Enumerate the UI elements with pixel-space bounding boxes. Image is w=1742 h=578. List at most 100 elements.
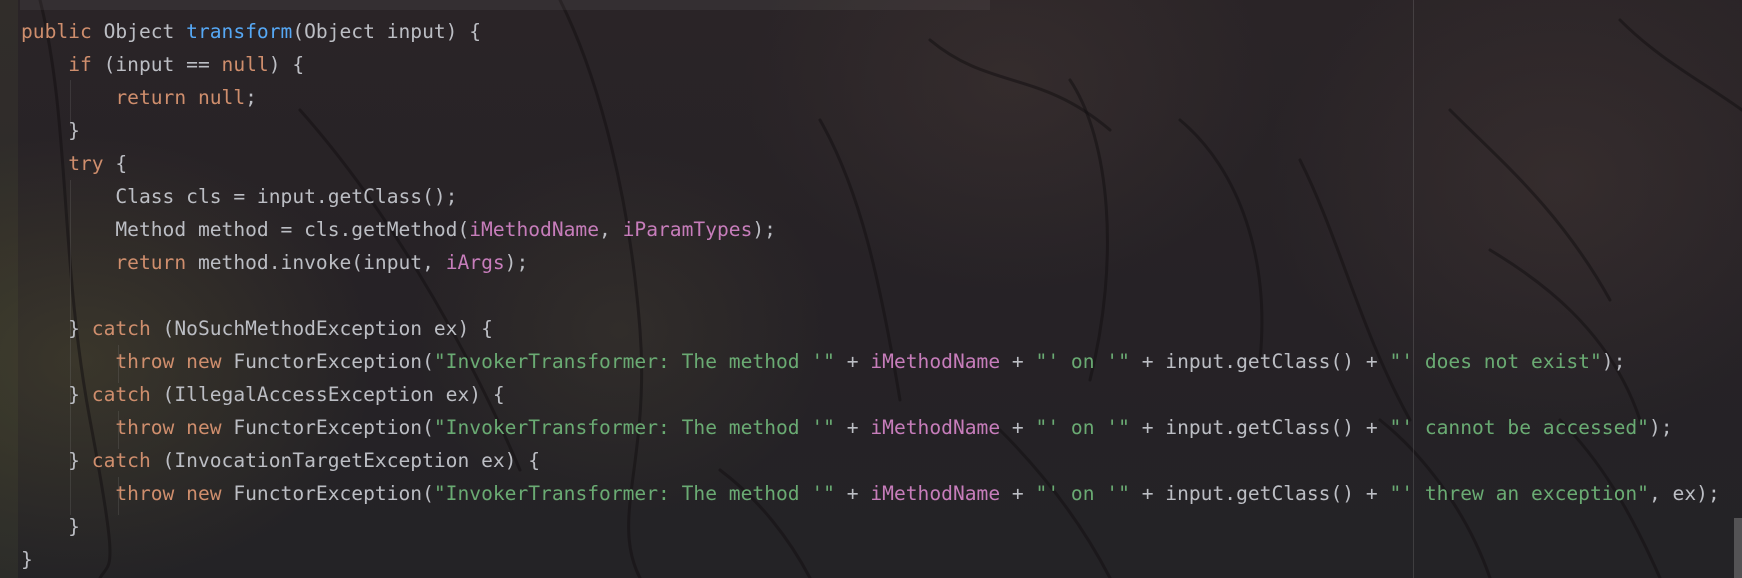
code-token: "' cannot be accessed" (1389, 416, 1649, 439)
code-token: ; (245, 86, 257, 109)
code-line[interactable]: } catch (InvocationTargetException ex) { (21, 444, 1720, 477)
code-token: + (1000, 416, 1036, 439)
code-token: (Object input) { (292, 20, 482, 43)
code-token: + (834, 416, 871, 439)
code-token: "InvokerTransformer: The method '" (433, 416, 835, 439)
code-line[interactable]: throw new FunctorException("InvokerTrans… (21, 411, 1720, 444)
code-editor[interactable]: public Object transform(Object input) { … (0, 0, 1742, 578)
code-token: throw (115, 416, 175, 439)
code-token: , (599, 218, 623, 241)
code-token: FunctorException( (221, 416, 434, 439)
gutter-highlight (0, 0, 18, 578)
code-token: new (186, 350, 222, 373)
code-token: FunctorException( (221, 482, 434, 505)
scrollbar-thumb[interactable] (1734, 518, 1742, 578)
code-line[interactable]: return method.invoke(input, iArgs); (21, 246, 1720, 279)
code-token: } (21, 317, 92, 340)
code-line[interactable]: } (21, 543, 1720, 576)
code-token: new (186, 482, 222, 505)
code-token: ); (1648, 416, 1673, 439)
code-token: iMethodName (870, 416, 1001, 439)
code-token: Method method = cls.getMethod( (21, 218, 470, 241)
code-token: new (186, 416, 222, 439)
code-token: iArgs (445, 251, 505, 274)
code-token: catch (91, 383, 151, 406)
code-token: ); (1601, 350, 1626, 373)
code-token: method.invoke(input, (186, 251, 446, 274)
code-token: { (103, 152, 128, 175)
code-token: (NoSuchMethodException ex) { (150, 317, 493, 340)
code-token: + (834, 350, 871, 373)
code-token: + input.getClass() + (1129, 350, 1390, 373)
code-token: iMethodName (870, 350, 1001, 373)
code-line[interactable]: throw new FunctorException("InvokerTrans… (21, 477, 1720, 510)
code-token: "' does not exist" (1389, 350, 1602, 373)
code-line[interactable]: throw new FunctorException("InvokerTrans… (21, 345, 1720, 378)
code-token: catch (91, 317, 151, 340)
code-token: + (1000, 482, 1036, 505)
code-token: return (115, 251, 187, 274)
code-token: "InvokerTransformer: The method '" (433, 482, 835, 505)
code-token: if (68, 53, 92, 76)
code-token: (IllegalAccessException ex) { (150, 383, 505, 406)
code-token: Object (91, 20, 187, 43)
code-token: Class cls = input.getClass(); (21, 185, 458, 208)
code-line[interactable]: if (input == null) { (21, 48, 1720, 81)
code-token: "InvokerTransformer: The method '" (433, 350, 835, 373)
code-token: transform (186, 20, 293, 43)
code-token: } (21, 119, 80, 142)
code-line[interactable]: public Object transform(Object input) { (21, 15, 1720, 48)
code-token: } (21, 548, 33, 571)
code-content[interactable]: public Object transform(Object input) { … (21, 15, 1720, 576)
code-line[interactable]: ​ (21, 279, 1720, 312)
code-token: null (221, 53, 269, 76)
code-token: catch (91, 449, 151, 472)
code-line[interactable]: try { (21, 147, 1720, 180)
code-token: iMethodName (870, 482, 1001, 505)
code-token: throw (115, 482, 175, 505)
code-token: "' on '" (1035, 416, 1130, 439)
code-line[interactable]: } catch (IllegalAccessException ex) { (21, 378, 1720, 411)
code-line[interactable]: } (21, 114, 1720, 147)
code-token: } (21, 515, 80, 538)
code-token: ) { (268, 53, 305, 76)
code-line[interactable]: Method method = cls.getMethod(iMethodNam… (21, 213, 1720, 246)
code-token: ); (752, 218, 776, 241)
code-line[interactable]: Class cls = input.getClass(); (21, 180, 1720, 213)
code-token: "' threw an exception" (1389, 482, 1649, 505)
code-token: iMethodName (469, 218, 600, 241)
code-line[interactable]: } (21, 510, 1720, 543)
code-token: + input.getClass() + (1129, 482, 1390, 505)
code-token: FunctorException( (221, 350, 434, 373)
editor-top-strip (20, 0, 990, 10)
code-token: ); (504, 251, 529, 274)
code-token: iParamTypes (622, 218, 753, 241)
code-token: + (834, 482, 871, 505)
code-token: "' on '" (1035, 350, 1130, 373)
code-token: + input.getClass() + (1129, 416, 1390, 439)
code-token: + (1000, 350, 1036, 373)
code-token: public (21, 20, 92, 43)
code-token: } (21, 383, 92, 406)
code-token: (InvocationTargetException ex) { (150, 449, 541, 472)
code-token: , ex); (1648, 482, 1720, 505)
code-token: try (68, 152, 104, 175)
code-token: (input == (91, 53, 222, 76)
code-line[interactable]: } catch (NoSuchMethodException ex) { (21, 312, 1720, 345)
code-token: "' on '" (1035, 482, 1130, 505)
code-line[interactable]: return null; (21, 81, 1720, 114)
code-token: throw (115, 350, 175, 373)
code-token: } (21, 449, 92, 472)
code-token: null (197, 86, 246, 109)
